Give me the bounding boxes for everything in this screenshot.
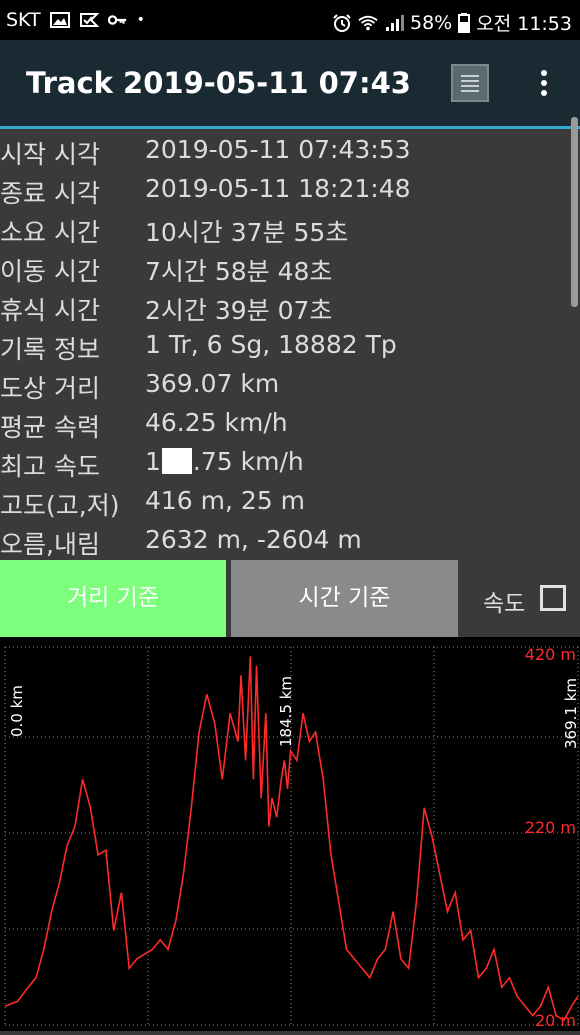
y-tick-label-mid: 220 m [525,818,576,837]
info-value: 416 m, 25 m [145,486,306,515]
info-value: 369.07 km [145,369,280,398]
info-value: 1 .75 km/h [145,447,304,476]
gallery-icon [49,12,70,28]
info-label: 평균 속력 [0,413,100,442]
clock: 오전 11:53 [476,13,572,35]
scrollbar-thumb[interactable] [571,117,578,307]
battery-percent: 58% [410,11,453,34]
signal-icon [386,14,404,31]
elevation-chart: 0.0 km 184.5 km 369.1 km 420 m 220 m 20 … [0,637,580,1031]
speed-label: 속도 [483,591,526,617]
y-tick-label-top: 420 m [525,645,576,664]
info-row: 평균 속력 46.25 km/h [0,402,570,442]
y-tick-label-bottom: 20 m [535,1011,576,1030]
chart-mode-tabs: 거리 기준 시간 기준 속도 [0,560,580,637]
info-row: 이동 시간 7시간 58분 48초 [0,246,570,286]
carrier-label: SKT [6,9,41,31]
check-flag-icon [79,13,99,27]
x-marker-mid: 184.5 km [277,676,295,747]
max-speed-suffix: .75 km/h [192,447,304,476]
info-value: 2019-05-11 18:21:48 [145,174,411,203]
info-label: 휴식 시간 [0,296,100,325]
info-value: 46.25 km/h [145,408,288,437]
info-row: 도상 거리 369.07 km [0,363,570,403]
info-label: 도상 거리 [0,374,100,403]
info-value: 1 Tr, 6 Sg, 18882 Tp [145,330,397,359]
alarm-icon [333,13,351,32]
info-row: 휴식 시간 2시간 39분 07초 [0,285,570,325]
track-title: Track 2019-05-11 07:43 [26,66,411,100]
wifi-icon [358,15,378,30]
max-speed-prefix: 1 [145,447,161,476]
distance-basis-button[interactable]: 거리 기준 [0,560,226,637]
dot-icon: • [136,12,145,28]
x-marker-end: 369.1 km [562,678,580,749]
battery-icon [458,12,471,33]
info-value: 2019-05-11 07:43:53 [145,135,411,164]
info-label: 이동 시간 [0,257,100,286]
elevation-chart-svg: 0.0 km 184.5 km 369.1 km 420 m 220 m 20 … [4,645,580,1030]
info-value: 2시간 39분 07초 [145,296,333,325]
speed-checkbox[interactable] [540,585,566,611]
info-label: 오름,내림 [0,530,100,559]
info-label: 기록 정보 [0,335,100,364]
info-row: 최고 속도 1 .75 km/h [0,441,570,481]
info-label: 최고 속도 [0,452,100,481]
info-value: 7시간 58분 48초 [145,257,333,286]
track-info-panel: 시작 시각 2019-05-11 07:43:53 종료 시각 2019-05-… [0,129,580,559]
app-bar: Track 2019-05-11 07:43 [0,40,580,129]
redaction-box [161,448,192,474]
info-label: 시작 시각 [0,140,100,169]
info-value: 2632 m, -2604 m [145,525,362,554]
info-row: 종료 시각 2019-05-11 18:21:48 [0,168,570,208]
info-row: 시작 시각 2019-05-11 07:43:53 [0,129,570,169]
info-row: 오름,내림 2632 m, -2604 m [0,519,570,559]
info-row: 고도(고,저) 416 m, 25 m [0,480,570,520]
info-label: 소요 시간 [0,218,100,247]
list-view-icon[interactable] [451,64,489,102]
status-bar: SKT • 58% 오전 11:53 [0,0,580,40]
time-basis-button[interactable]: 시간 기준 [231,560,458,637]
info-value: 10시간 37분 55초 [145,218,349,247]
info-label: 고도(고,저) [0,491,120,520]
info-row: 기록 정보 1 Tr, 6 Sg, 18882 Tp [0,324,570,364]
info-row: 소요 시간 10시간 37분 55초 [0,207,570,247]
x-marker-start: 0.0 km [8,685,26,737]
more-vert-icon[interactable] [534,66,554,100]
info-label: 종료 시각 [0,179,100,208]
key-icon [107,15,126,25]
